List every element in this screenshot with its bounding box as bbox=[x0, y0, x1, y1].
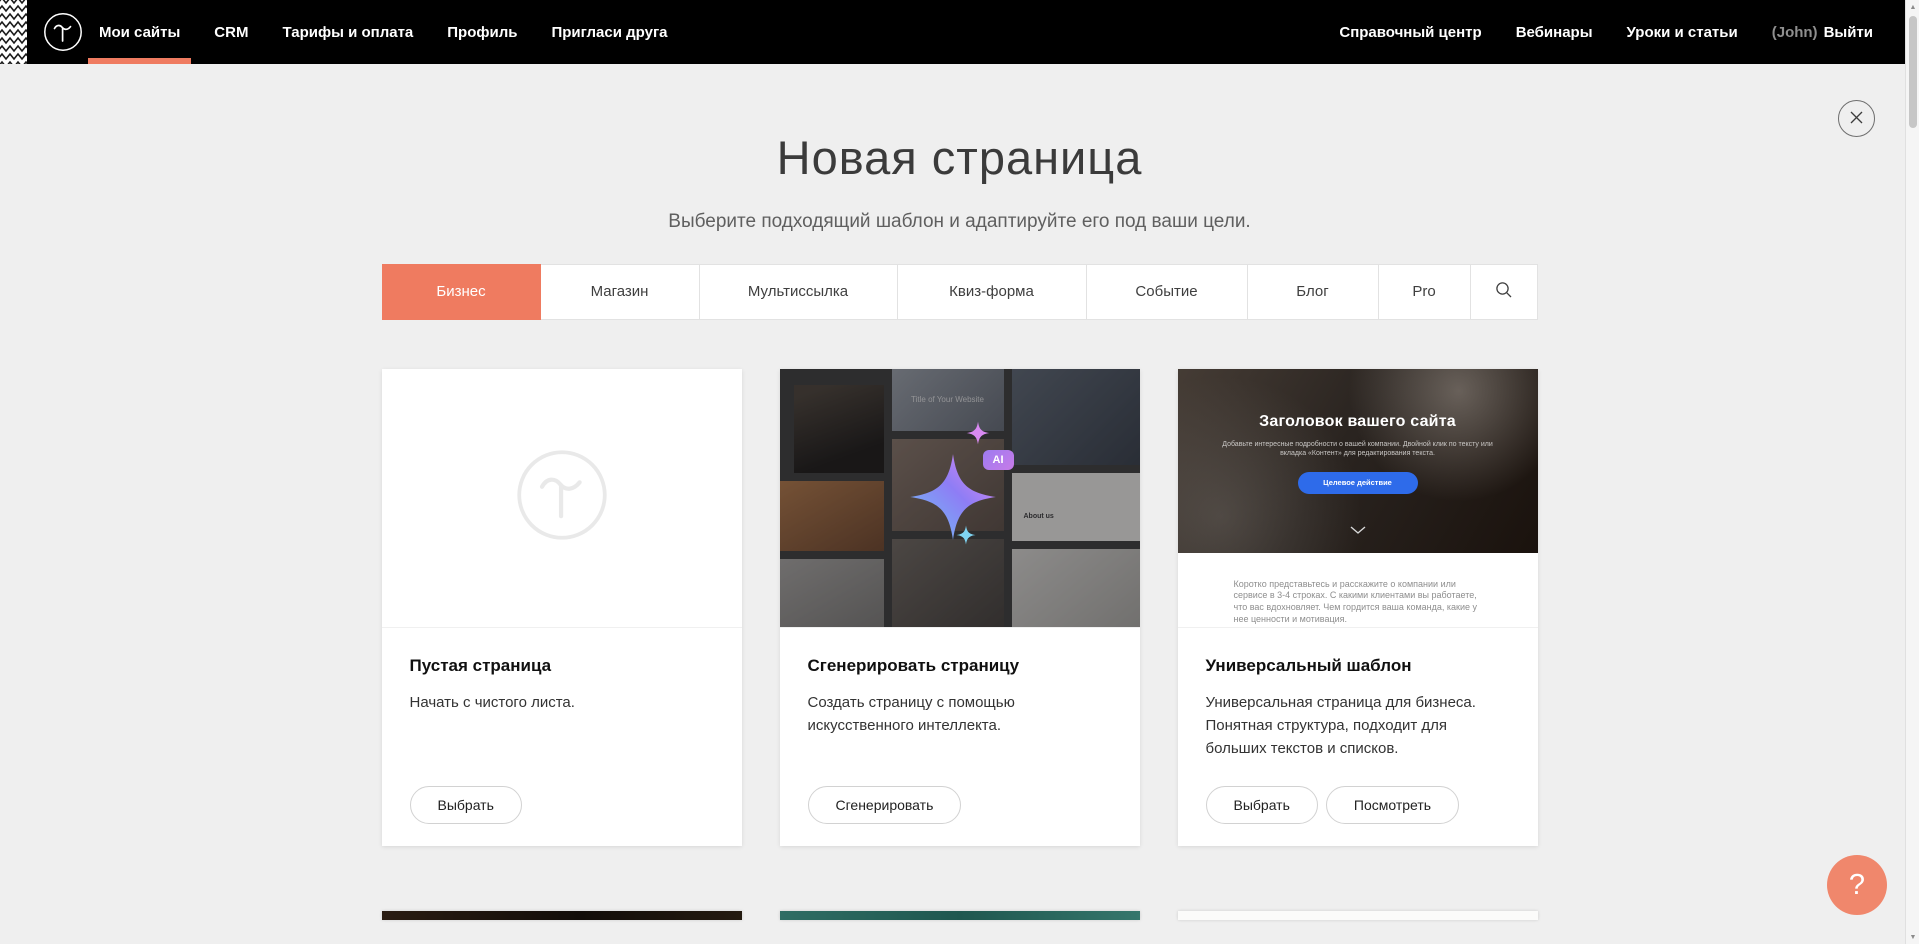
partial-card-preview bbox=[382, 911, 742, 920]
chevron-down-icon bbox=[1350, 521, 1366, 539]
scrollbar-down-arrow[interactable]: ▼ bbox=[1906, 930, 1919, 944]
tilda-logo-icon[interactable] bbox=[43, 12, 83, 52]
ai-sparkle-small-bottom-icon bbox=[956, 525, 976, 545]
close-button[interactable] bbox=[1838, 100, 1875, 137]
help-button[interactable]: ? bbox=[1827, 855, 1887, 915]
new-page-dialog: Новая страница Выберите подходящий шабло… bbox=[382, 132, 1538, 920]
template-cards-row: Пустая страница Начать с чистого листа. … bbox=[382, 369, 1538, 846]
tab-multilink[interactable]: Мультиссылка bbox=[700, 264, 898, 320]
template-hero-title: Заголовок вашего сайта bbox=[1178, 413, 1538, 431]
main-nav: Мои сайты CRM Тарифы и оплата Профиль Пр… bbox=[99, 0, 668, 64]
tab-pro[interactable]: Pro bbox=[1379, 264, 1471, 320]
template-cta-button: Целевое действие bbox=[1298, 472, 1418, 494]
zigzag-pattern bbox=[0, 0, 27, 64]
page-scrollbar[interactable]: ▲ ▼ bbox=[1905, 0, 1919, 944]
universal-template-preview: Заголовок вашего сайта Добавьте интересн… bbox=[1178, 369, 1538, 628]
page-title: Новая страница bbox=[382, 132, 1538, 184]
template-cards-row-2 bbox=[382, 911, 1538, 920]
generate-button[interactable]: Сгенерировать bbox=[808, 786, 962, 824]
scrollbar-up-arrow[interactable]: ▲ bbox=[1906, 0, 1919, 14]
nav-item-crm[interactable]: CRM bbox=[214, 0, 248, 64]
blank-page-preview bbox=[382, 369, 742, 628]
top-navbar: Мои сайты CRM Тарифы и оплата Профиль Пр… bbox=[0, 0, 1919, 64]
ai-sparkle-small-top-icon bbox=[966, 421, 990, 445]
card-universal-template: Заголовок вашего сайта Добавьте интересн… bbox=[1178, 369, 1538, 846]
template-body-section: Коротко представьтесь и расскажите о ком… bbox=[1178, 553, 1538, 628]
template-category-tabs: Бизнес Магазин Мультиссылка Квиз-форма С… bbox=[382, 264, 1538, 320]
card-description: Универсальная страница для бизнеса. Поня… bbox=[1206, 691, 1510, 761]
card-description: Начать с чистого листа. bbox=[410, 691, 714, 714]
select-blank-button[interactable]: Выбрать bbox=[410, 786, 522, 824]
scrollbar-thumb[interactable] bbox=[1909, 16, 1917, 128]
partial-card-preview bbox=[780, 911, 1140, 920]
card-ai-generate: Title of Your Website About us bbox=[780, 369, 1140, 846]
tab-blog[interactable]: Блог bbox=[1248, 264, 1379, 320]
card-title: Сгенерировать страницу bbox=[808, 656, 1112, 676]
partial-card-preview bbox=[1178, 911, 1538, 920]
template-hero-subtitle: Добавьте интересные подробности о вашей … bbox=[1213, 440, 1503, 459]
ai-preview-collage: Title of Your Website About us bbox=[780, 369, 1140, 628]
select-universal-button[interactable]: Выбрать bbox=[1206, 786, 1318, 824]
nav-item-tariffs[interactable]: Тарифы и оплата bbox=[282, 0, 413, 64]
nav-item-help-center[interactable]: Справочный центр bbox=[1339, 0, 1481, 64]
card-blank-page: Пустая страница Начать с чистого листа. … bbox=[382, 369, 742, 846]
search-tab[interactable] bbox=[1471, 264, 1538, 320]
nav-item-webinars[interactable]: Вебинары bbox=[1516, 0, 1593, 64]
secondary-nav: Справочный центр Вебинары Уроки и статьи… bbox=[1339, 0, 1873, 64]
tab-business[interactable]: Бизнес bbox=[382, 264, 541, 320]
close-icon bbox=[1849, 110, 1864, 128]
nav-item-invite-friend[interactable]: Пригласи друга bbox=[551, 0, 667, 64]
nav-item-my-sites[interactable]: Мои сайты bbox=[99, 0, 180, 64]
card-description: Создать страницу с помощью искусственног… bbox=[808, 691, 1058, 738]
user-session: (John) Выйти bbox=[1772, 24, 1873, 41]
user-name-label: (John) bbox=[1772, 24, 1818, 41]
template-body-text: Коротко представьтесь и расскажите о ком… bbox=[1234, 579, 1482, 626]
nav-item-lessons[interactable]: Уроки и статьи bbox=[1627, 0, 1738, 64]
card-title: Универсальный шаблон bbox=[1206, 656, 1510, 676]
page-subtitle: Выберите подходящий шаблон и адаптируйте… bbox=[382, 211, 1538, 233]
search-icon bbox=[1495, 281, 1513, 303]
ai-badge: AI bbox=[983, 450, 1014, 470]
tab-event[interactable]: Событие bbox=[1087, 264, 1248, 320]
card-title: Пустая страница bbox=[410, 656, 714, 676]
logout-link[interactable]: Выйти bbox=[1824, 24, 1873, 41]
nav-item-profile[interactable]: Профиль bbox=[447, 0, 517, 64]
tab-quiz-form[interactable]: Квиз-форма bbox=[898, 264, 1087, 320]
tilda-watermark-icon bbox=[515, 448, 609, 547]
template-hero-section: Заголовок вашего сайта Добавьте интересн… bbox=[1178, 369, 1538, 553]
tab-store[interactable]: Магазин bbox=[541, 264, 700, 320]
preview-universal-button[interactable]: Посмотреть bbox=[1326, 786, 1459, 824]
